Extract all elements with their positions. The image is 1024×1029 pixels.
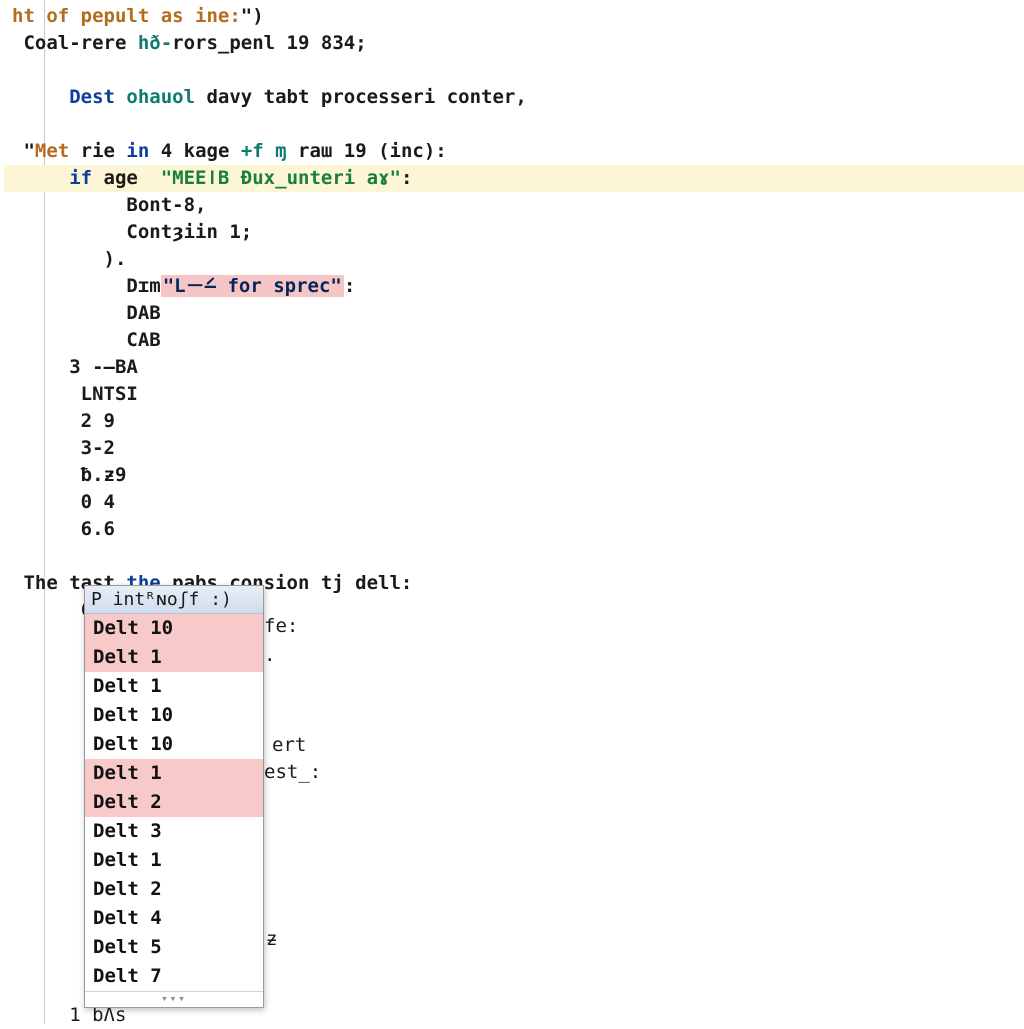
code-line[interactable]: Contȝiin 1; <box>4 219 1024 246</box>
code-line[interactable]: Bont-8, <box>4 192 1024 219</box>
code-line[interactable]: ht of pepult as ine:") <box>4 3 1024 30</box>
autocomplete-popup[interactable]: P intᴿɴoʃf :) Delt 10Delt 1Delt 1Delt 10… <box>84 585 264 1008</box>
code-line[interactable]: if age "MEEǀB Ðux_unteri aɤ": <box>4 165 1024 192</box>
code-line[interactable]: CAB <box>4 327 1024 354</box>
autocomplete-item[interactable]: Delt 1 <box>85 672 263 701</box>
code-line[interactable]: "Met rie in 4 kage +f ɱ raɯ 19 (inc): <box>4 138 1024 165</box>
autocomplete-item[interactable]: Delt 7 <box>85 962 263 991</box>
autocomplete-item[interactable]: Delt 10 <box>85 730 263 759</box>
autocomplete-item[interactable]: Delt 1 <box>85 759 263 788</box>
code-fragment: ƶ <box>266 928 277 950</box>
autocomplete-item[interactable]: Delt 10 <box>85 701 263 730</box>
code-line[interactable]: Dest ohauol davy tabt processeri conter, <box>4 84 1024 111</box>
code-line[interactable]: 3-2 <box>4 435 1024 462</box>
autocomplete-header: P intᴿɴoʃf :) <box>85 586 263 614</box>
autocomplete-item[interactable]: Delt 10 <box>85 614 263 643</box>
code-line[interactable]: Dɪm"L－́— for sprec": <box>4 273 1024 300</box>
autocomplete-footer: ▾▾▾ <box>85 991 263 1007</box>
code-line[interactable]: LNTSI <box>4 381 1024 408</box>
autocomplete-item[interactable]: Delt 4 <box>85 904 263 933</box>
code-fragment: . <box>264 644 275 666</box>
code-fragment: ert <box>272 734 306 756</box>
code-line[interactable] <box>4 543 1024 570</box>
autocomplete-item[interactable]: Delt 3 <box>85 817 263 846</box>
code-line[interactable]: 2 9 <box>4 408 1024 435</box>
autocomplete-item[interactable]: Delt 2 <box>85 788 263 817</box>
code-line[interactable]: Coal-rere hð-rors_penl 19 834; <box>4 30 1024 57</box>
code-line[interactable] <box>4 111 1024 138</box>
autocomplete-list[interactable]: Delt 10Delt 1Delt 1Delt 10Delt 10Delt 1D… <box>85 614 263 991</box>
autocomplete-item[interactable]: Delt 2 <box>85 875 263 904</box>
code-line[interactable]: 3 -–BA <box>4 354 1024 381</box>
code-fragment: fe: <box>264 615 298 637</box>
code-line[interactable]: ƀ.ƶ9 <box>4 462 1024 489</box>
code-line[interactable]: 6.6 <box>4 516 1024 543</box>
autocomplete-item[interactable]: Delt 1 <box>85 846 263 875</box>
autocomplete-item[interactable]: Delt 1 <box>85 643 263 672</box>
code-fragment: est_: <box>264 761 321 783</box>
code-line[interactable]: DAB <box>4 300 1024 327</box>
code-line[interactable] <box>4 57 1024 84</box>
code-line[interactable]: ). <box>4 246 1024 273</box>
autocomplete-item[interactable]: Delt 5 <box>85 933 263 962</box>
code-line[interactable]: 0 4 <box>4 489 1024 516</box>
